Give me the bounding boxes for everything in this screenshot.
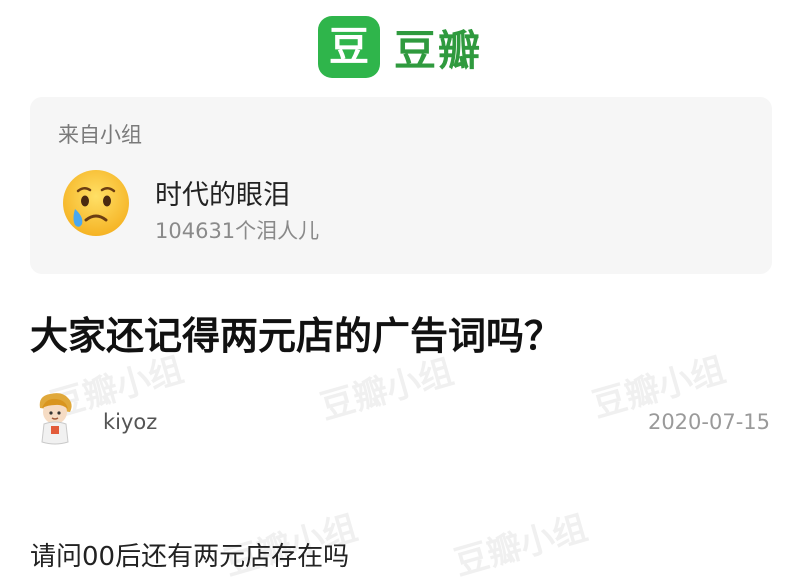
watermark: 豆瓣小组 [450, 507, 592, 583]
group-member-count: 104631个泪人儿 [155, 219, 320, 243]
crying-face-icon [60, 167, 132, 239]
group-card[interactable]: 来自小组 时代的眼泪 104631个泪人儿 [30, 97, 772, 274]
author-name[interactable]: kiyoz [103, 410, 157, 434]
post-date: 2020-07-15 [647, 410, 770, 434]
douban-logo-icon[interactable]: 豆 [317, 16, 380, 78]
post-body: 请问00后还有两元店存在吗 [30, 542, 350, 572]
author-avatar[interactable] [32, 390, 78, 448]
brand-name: 豆瓣 [393, 25, 482, 75]
logo-char: 豆 [328, 24, 369, 70]
post-title: 大家还记得两元店的广告词吗？ [30, 314, 563, 358]
app-header: 豆 豆瓣 [0, 14, 800, 80]
group-name: 时代的眼泪 [155, 180, 290, 211]
group-from-label: 来自小组 [58, 123, 142, 147]
